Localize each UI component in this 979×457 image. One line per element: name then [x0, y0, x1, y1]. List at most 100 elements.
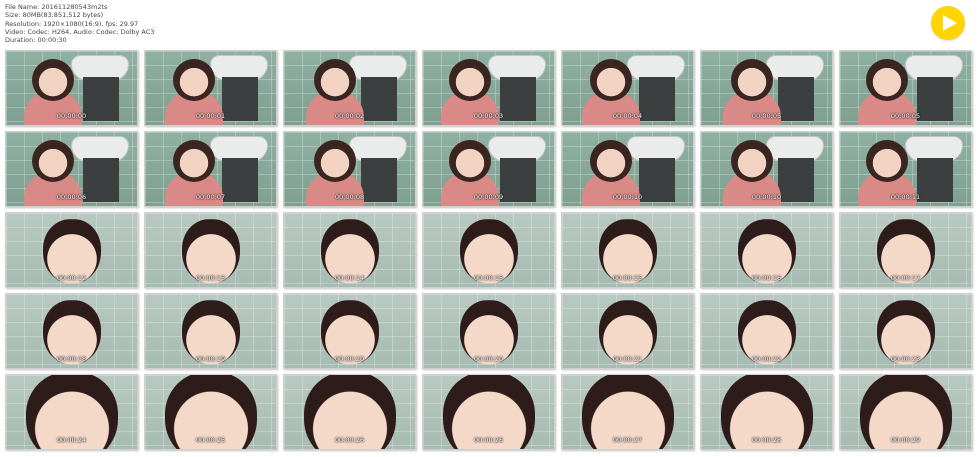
thumbnail[interactable]: 00:00:16	[700, 212, 833, 288]
timestamp: 00:00:17	[890, 274, 921, 282]
thumbnail[interactable]: 00:00:15	[561, 212, 694, 288]
thumbnail[interactable]: 00:00:10	[700, 131, 833, 207]
thumbnail[interactable]: 00:00:07	[144, 131, 277, 207]
file-resolution: Resolution: 1920×1080(16:9), fps: 29.97	[5, 19, 139, 28]
play-button[interactable]	[931, 6, 965, 40]
thumbnail[interactable]: 00:00:04	[561, 50, 694, 126]
timestamp: 00:00:13	[195, 274, 226, 282]
person-head	[866, 140, 908, 182]
thumbnail[interactable]: 00:00:06	[5, 131, 138, 207]
thumbnail[interactable]: 00:00:00	[5, 50, 138, 126]
thumbnail[interactable]: 00:00:18	[5, 293, 138, 369]
timestamp: 00:00:20	[334, 355, 365, 363]
thumbnail[interactable]: 00:00:12	[5, 212, 138, 288]
cabinet	[639, 158, 675, 202]
timestamp: 00:00:15	[612, 274, 643, 282]
timestamp: 00:00:26	[334, 436, 365, 444]
person-head	[173, 59, 215, 101]
timestamp: 00:00:02	[334, 112, 365, 120]
timestamp: 00:00:01	[195, 112, 226, 120]
timestamp: 00:00:29	[890, 436, 921, 444]
cabinet	[778, 77, 814, 121]
thumbnail[interactable]: 00:00:08	[283, 131, 416, 207]
timestamp: 00:00:23	[890, 355, 921, 363]
thumbnail-grid: 00:00:00 00:00:01 00:00:02 00:00:03 00:00:04…	[5, 50, 972, 450]
person-head	[314, 140, 356, 182]
thumbnail[interactable]: 00:00:15	[422, 212, 555, 288]
timestamp: 00:00:19	[195, 355, 226, 363]
file-info: File Name: 201611280543m2ts Size: 80MB(8…	[5, 3, 154, 44]
thumbnail[interactable]: 00:00:09	[422, 131, 555, 207]
thumbnail[interactable]: 00:00:17	[839, 212, 972, 288]
timestamp: 00:00:10	[612, 193, 643, 201]
cabinet	[500, 77, 536, 121]
thumbnail[interactable]: 00:00:26	[422, 374, 555, 450]
cabinet	[500, 158, 536, 202]
cabinet	[83, 158, 119, 202]
thumbnail[interactable]: 00:00:11	[839, 131, 972, 207]
timestamp: 00:00:00	[56, 112, 87, 120]
thumbnail[interactable]: 00:00:02	[283, 50, 416, 126]
cabinet	[917, 158, 953, 202]
timestamp: 00:00:14	[334, 274, 365, 282]
file-duration: Duration: 00:00:30	[5, 36, 67, 45]
thumbnail[interactable]: 00:00:27	[561, 374, 694, 450]
thumbnail[interactable]: 00:00:05	[700, 50, 833, 126]
file-codecs: Video: Codec: H264, Audio: Codec: Dolby …	[5, 27, 155, 36]
timestamp: 00:00:05	[890, 112, 921, 120]
person-head	[32, 59, 74, 101]
thumbnail[interactable]: 00:00:20	[283, 293, 416, 369]
person-head	[590, 59, 632, 101]
thumbnail[interactable]: 00:00:22	[700, 293, 833, 369]
cabinet	[361, 158, 397, 202]
timestamp: 00:00:20	[473, 355, 504, 363]
timestamp: 00:00:25	[195, 436, 226, 444]
person-head	[314, 59, 356, 101]
person-head	[866, 59, 908, 101]
thumbnail[interactable]: 00:00:13	[144, 212, 277, 288]
timestamp: 00:00:15	[473, 274, 504, 282]
person-head	[449, 140, 491, 182]
thumbnail[interactable]: 00:00:05	[839, 50, 972, 126]
timestamp: 00:00:21	[612, 355, 643, 363]
timestamp: 00:00:05	[751, 112, 782, 120]
file-name: File Name: 201611280543m2ts	[5, 3, 108, 11]
thumbnail[interactable]: 00:00:20	[422, 293, 555, 369]
timestamp: 00:00:12	[56, 274, 87, 282]
cabinet	[361, 77, 397, 121]
person-head	[32, 140, 74, 182]
thumbnail[interactable]: 00:00:03	[422, 50, 555, 126]
timestamp: 00:00:16	[751, 274, 782, 282]
timestamp: 00:00:11	[890, 193, 921, 201]
cabinet	[639, 77, 675, 121]
thumbnail[interactable]: 00:00:14	[283, 212, 416, 288]
thumbnail[interactable]: 00:00:25	[144, 374, 277, 450]
person-head	[731, 140, 773, 182]
timestamp: 00:00:06	[56, 193, 87, 201]
timestamp: 00:00:10	[751, 193, 782, 201]
person-head	[731, 59, 773, 101]
timestamp: 00:00:03	[473, 112, 504, 120]
timestamp: 00:00:04	[612, 112, 643, 120]
thumbnail[interactable]: 00:00:01	[144, 50, 277, 126]
thumbnail[interactable]: 00:00:28	[700, 374, 833, 450]
timestamp: 00:00:18	[56, 355, 87, 363]
cabinet	[222, 77, 258, 121]
cabinet	[83, 77, 119, 121]
thumbnail[interactable]: 00:00:29	[839, 374, 972, 450]
person-head	[449, 59, 491, 101]
person-head	[173, 140, 215, 182]
cabinet	[222, 158, 258, 202]
timestamp: 00:00:26	[473, 436, 504, 444]
timestamp: 00:00:24	[56, 436, 87, 444]
timestamp: 00:00:07	[195, 193, 226, 201]
thumbnail[interactable]: 00:00:21	[561, 293, 694, 369]
thumbnail[interactable]: 00:00:19	[144, 293, 277, 369]
thumbnail[interactable]: 00:00:26	[283, 374, 416, 450]
cabinet	[778, 158, 814, 202]
timestamp: 00:00:22	[751, 355, 782, 363]
thumbnail[interactable]: 00:00:23	[839, 293, 972, 369]
thumbnail[interactable]: 00:00:24	[5, 374, 138, 450]
thumbnail[interactable]: 00:00:10	[561, 131, 694, 207]
timestamp: 00:00:27	[612, 436, 643, 444]
